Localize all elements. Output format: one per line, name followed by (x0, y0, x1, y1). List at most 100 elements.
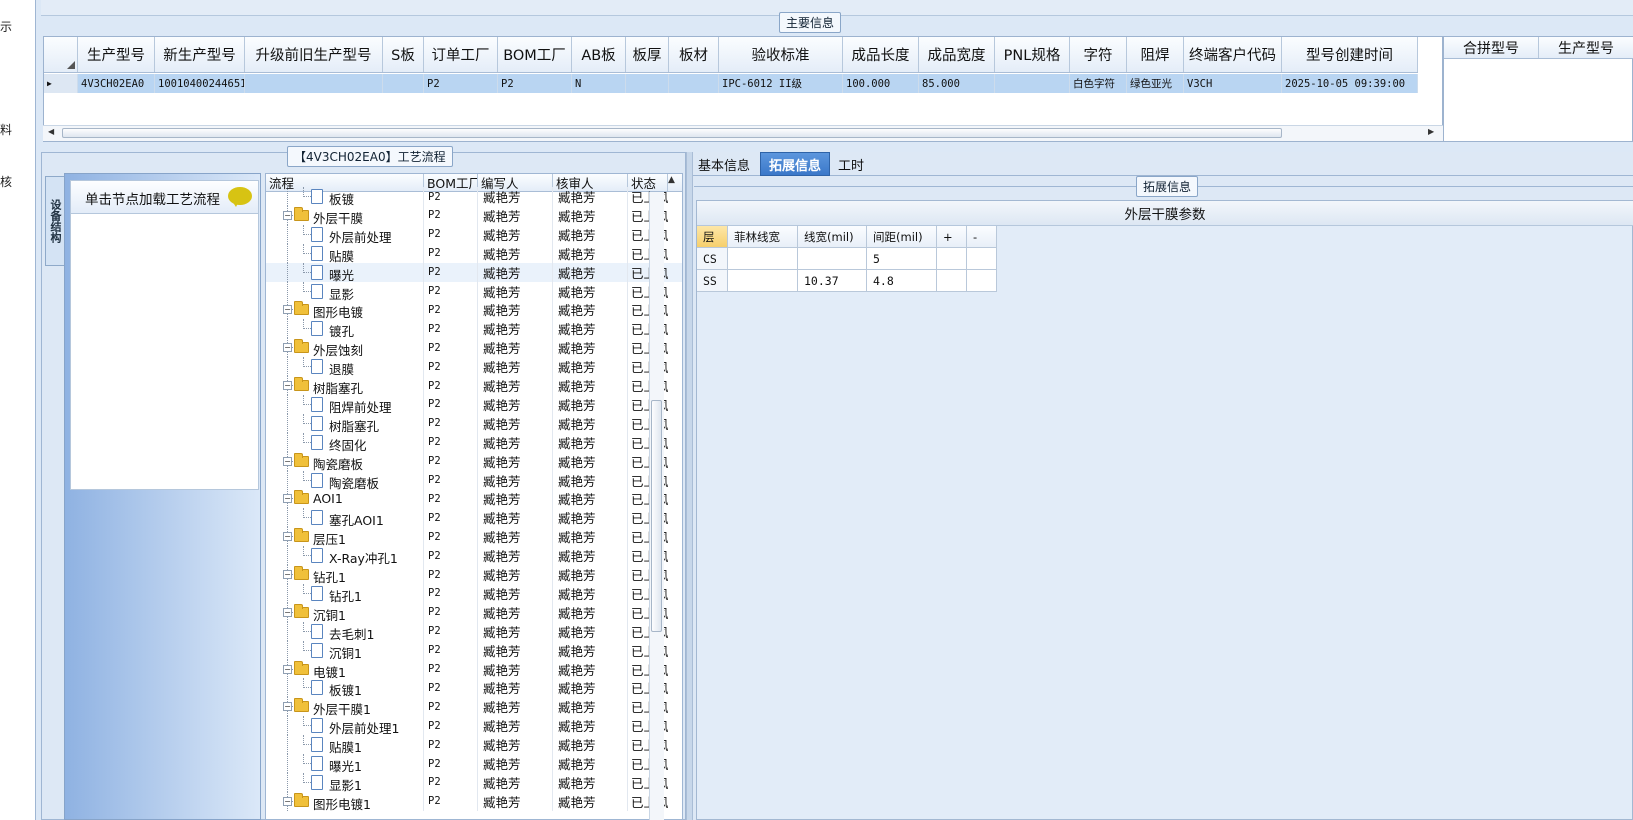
tree-row[interactable]: −层压1P2臧艳芳臧艳芳已上风 (266, 527, 682, 547)
tree-row[interactable]: 板镀1P2臧艳芳臧艳芳已上风 (266, 678, 682, 698)
main-info-grid-row[interactable]: ▶ 4V3CH02EA0 10010400244651 P2 P2 N IPC-6012 I… (44, 74, 1418, 93)
scroll-up-arrow-icon[interactable]: ▲ (668, 175, 675, 185)
column-header[interactable]: 验收标准 (719, 37, 843, 72)
column-header[interactable]: 成品长度 (843, 37, 919, 72)
tree-row[interactable]: 板镀P2臧艳芳臧艳芳已上风 (266, 187, 682, 207)
tree-node[interactable]: 阻焊前处理 (266, 394, 424, 415)
collapse-toggle-icon[interactable]: − (283, 343, 292, 353)
tree-row[interactable]: −电镀1P2臧艳芳臧艳芳已上风 (266, 659, 682, 680)
tree-row[interactable]: −钻孔1P2臧艳芳臧艳芳已上风 (266, 565, 682, 585)
tree-row[interactable]: 外层前处理1P2臧艳芳臧艳芳已上风 (266, 716, 682, 736)
grid-cell[interactable]: P2 (424, 74, 498, 93)
tree-node[interactable]: 显影 (266, 281, 424, 302)
param-column-header[interactable]: + (937, 226, 967, 248)
collapse-toggle-icon[interactable]: − (283, 607, 292, 617)
collapse-toggle-icon[interactable]: − (283, 702, 292, 712)
tree-row[interactable]: 曝光1P2臧艳芳臧艳芳已上风 (266, 754, 682, 774)
tree-node[interactable]: 陶瓷磨板 (266, 470, 424, 491)
tree-node[interactable]: 终固化 (266, 432, 424, 453)
column-header[interactable]: 新生产型号 (155, 37, 245, 72)
param-cell[interactable] (967, 248, 997, 270)
grid-cell[interactable] (383, 74, 424, 93)
column-header[interactable]: BOM工厂 (498, 37, 572, 72)
tree-row[interactable]: 贴膜1P2臧艳芳臧艳芳已上风 (266, 735, 682, 755)
tree-node[interactable]: 外层前处理 (266, 224, 424, 245)
grid-cell[interactable]: 2025-10-05 09:39:00 (1282, 74, 1418, 93)
grid-cell[interactable]: IPC-6012 II级 (719, 74, 843, 93)
collapse-toggle-icon[interactable]: − (283, 796, 292, 806)
tree-row[interactable]: 塞孔AOI1P2臧艳芳臧艳芳已上风 (266, 508, 682, 528)
tree-node[interactable]: 树脂塞孔 (266, 413, 424, 434)
tree-node[interactable]: 显影1 (266, 772, 424, 793)
tree-node[interactable]: − 外层干膜1 (266, 697, 424, 717)
tree-row[interactable]: −外层干膜1P2臧艳芳臧艳芳已上风 (266, 697, 682, 717)
grid-cell[interactable] (626, 74, 669, 93)
tree-row[interactable]: −外层干膜P2臧艳芳臧艳芳已上风 (266, 205, 682, 226)
tree-row[interactable]: 终固化P2臧艳芳臧艳芳已上风 (266, 432, 682, 453)
column-header[interactable]: 字符 (1070, 37, 1127, 72)
grid-cell[interactable]: 100.000 (843, 74, 919, 93)
tree-row[interactable]: 钻孔1P2臧艳芳臧艳芳已上风 (266, 583, 682, 604)
tree-node[interactable]: X-Ray冲孔1 (266, 546, 424, 566)
tree-node[interactable]: − 图形电镀 (266, 300, 424, 320)
tree-node[interactable]: 板镀1 (266, 678, 424, 698)
tree-row[interactable]: −沉铜1P2臧艳芳臧艳芳已上风 (266, 602, 682, 623)
param-cell[interactable]: 4.8 (867, 270, 937, 292)
tree-node[interactable]: − 沉铜1 (266, 602, 424, 623)
tree-node[interactable]: 贴膜 (266, 243, 424, 264)
tree-node[interactable]: 去毛刺1 (266, 621, 424, 642)
param-cell[interactable] (798, 248, 867, 270)
tree-row[interactable]: 镀孔P2臧艳芳臧艳芳已上风 (266, 319, 682, 339)
column-header[interactable]: AB板 (572, 37, 626, 72)
tree-row[interactable]: 显影P2臧艳芳臧艳芳已上风 (266, 281, 682, 302)
column-header[interactable]: 阻焊 (1127, 37, 1184, 72)
tree-node[interactable]: 贴膜1 (266, 735, 424, 755)
tree-row[interactable]: −陶瓷磨板P2臧艳芳臧艳芳已上风 (266, 451, 682, 472)
tree-node[interactable]: 板镀 (266, 187, 424, 207)
left-strip-item-3[interactable]: 核 (0, 173, 12, 190)
tree-row[interactable]: 退膜P2臧艳芳臧艳芳已上风 (266, 357, 682, 377)
tree-node[interactable]: 退膜 (266, 357, 424, 377)
tree-node[interactable]: − 层压1 (266, 527, 424, 547)
tab-work-hours[interactable]: 工时 (833, 152, 869, 176)
collapse-toggle-icon[interactable]: − (283, 210, 292, 220)
collapse-toggle-icon[interactable]: − (283, 494, 292, 504)
column-header[interactable]: PNL规格 (995, 37, 1070, 72)
tree-row[interactable]: 贴膜P2臧艳芳臧艳芳已上风 (266, 243, 682, 264)
collapse-toggle-icon[interactable]: − (283, 456, 292, 466)
column-header[interactable]: S板 (383, 37, 424, 72)
tree-row[interactable]: −图形电镀P2臧艳芳臧艳芳已上风 (266, 300, 682, 320)
scroll-left-arrow-icon[interactable]: ◀ (48, 127, 54, 136)
tree-node[interactable]: − 外层干膜 (266, 205, 424, 226)
tree-node[interactable]: − 钻孔1 (266, 565, 424, 585)
collapse-toggle-icon[interactable]: − (283, 532, 292, 542)
collapse-toggle-icon[interactable]: − (283, 381, 292, 390)
tree-node[interactable]: − AOI1 (266, 489, 424, 509)
grid-cell[interactable]: 4V3CH02EA0 (78, 74, 155, 93)
tree-row[interactable]: 树脂塞孔P2臧艳芳臧艳芳已上风 (266, 413, 682, 434)
grid-cell[interactable]: 绿色亚光 (1127, 74, 1184, 93)
tree-row[interactable]: −AOI1P2臧艳芳臧艳芳已上风 (266, 489, 682, 509)
tree-row[interactable]: −外层蚀刻P2臧艳芳臧艳芳已上风 (266, 338, 682, 358)
column-header[interactable]: 升级前旧生产型号 (245, 37, 383, 72)
tree-node[interactable]: 外层前处理1 (266, 716, 424, 736)
tree-row[interactable]: 沉铜1P2臧艳芳臧艳芳已上风 (266, 640, 682, 661)
grid-cell[interactable]: P2 (498, 74, 572, 93)
column-header[interactable]: 生产型号 (78, 37, 155, 72)
tree-node[interactable]: 曝光 (266, 262, 424, 283)
param-cell[interactable] (728, 248, 798, 270)
tree-row[interactable]: X-Ray冲孔1P2臧艳芳臧艳芳已上风 (266, 546, 682, 566)
left-strip-item-1[interactable]: 示 (0, 18, 12, 35)
column-header[interactable]: 板材 (669, 37, 719, 72)
param-column-header[interactable]: - (967, 226, 997, 248)
tree-row[interactable]: 阻焊前处理P2臧艳芳臧艳芳已上风 (266, 394, 682, 415)
grid-cell[interactable]: 10010400244651 (155, 74, 245, 93)
collapse-toggle-icon[interactable]: − (283, 305, 292, 315)
grid-cell[interactable]: N (572, 74, 626, 93)
collapse-toggle-icon[interactable]: − (283, 570, 292, 579)
tree-node[interactable]: 塞孔AOI1 (266, 508, 424, 528)
grid-cell[interactable] (245, 74, 383, 93)
column-header[interactable]: 终端客户代码 (1184, 37, 1282, 72)
column-header[interactable]: 成品宽度 (919, 37, 995, 72)
tree-node[interactable]: 曝光1 (266, 754, 424, 774)
